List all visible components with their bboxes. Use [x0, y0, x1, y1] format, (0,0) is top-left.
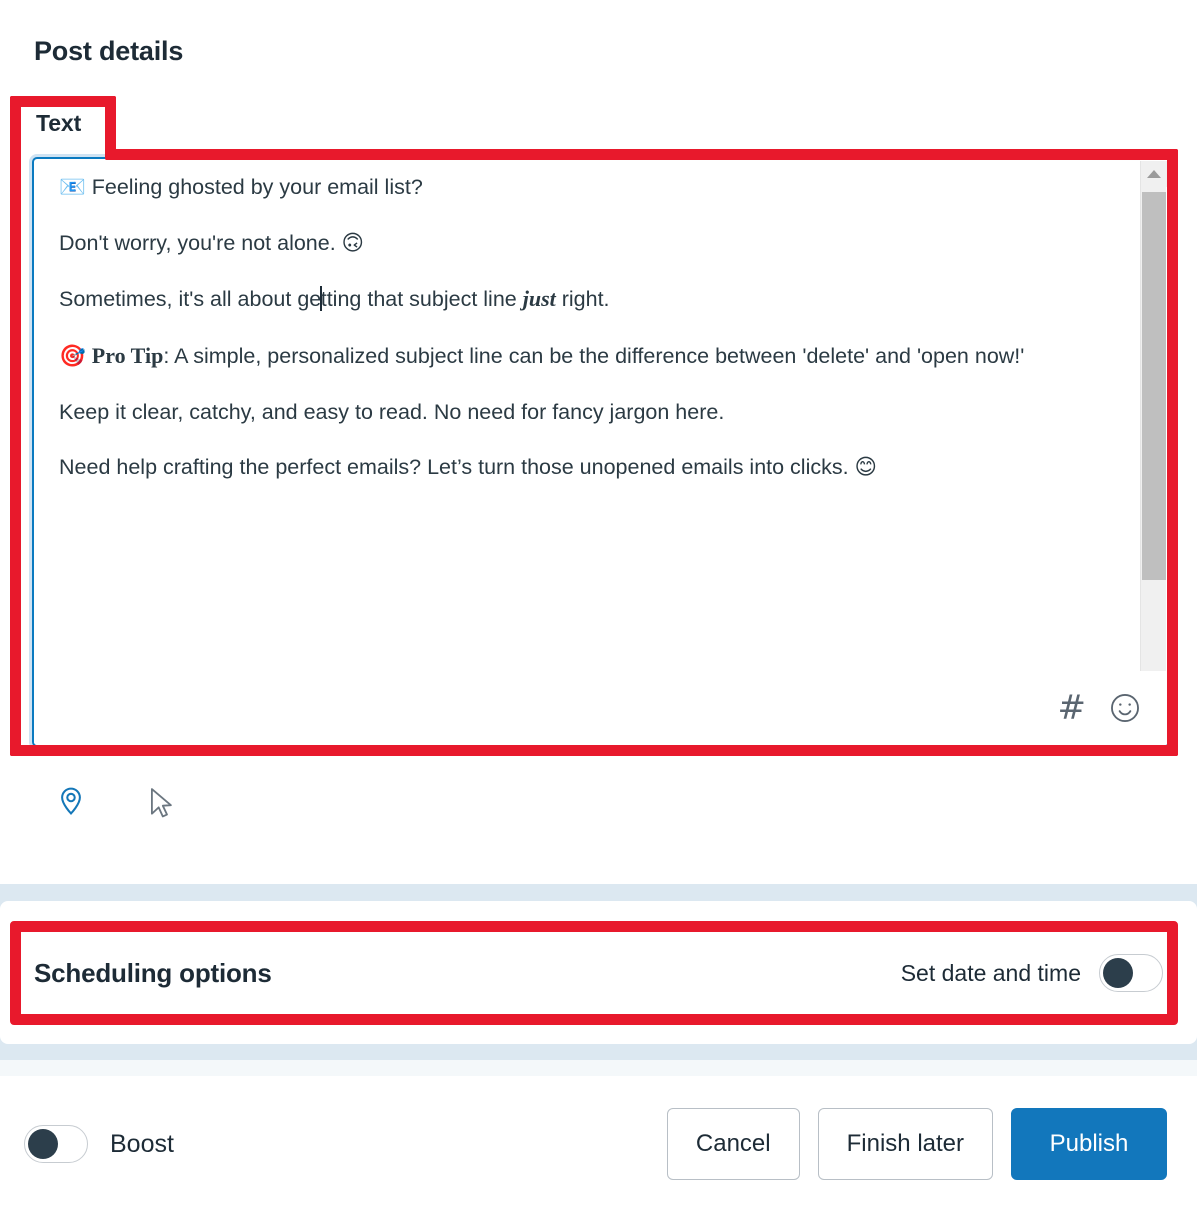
- mouse-cursor-icon: [148, 787, 174, 826]
- text-protip-label: Pro Tip: [91, 342, 164, 368]
- hashtag-icon[interactable]: #: [1058, 691, 1087, 725]
- text-line-1: 📧 Feeling ghosted by your email list?: [59, 173, 1091, 203]
- post-text-field-wrapper: 📧 Feeling ghosted by your email list? Do…: [32, 157, 1170, 747]
- scheduling-section: Scheduling options Set date and time: [34, 930, 1163, 1016]
- boost-group: Boost: [24, 1125, 174, 1163]
- set-date-time-toggle[interactable]: [1099, 954, 1163, 992]
- composer-toolbar: #: [34, 671, 1168, 745]
- dart-target-emoji: 🎯: [59, 343, 86, 369]
- text-line-3: Sometimes, it's all about getting that s…: [59, 284, 1091, 315]
- post-text-field[interactable]: 📧 Feeling ghosted by your email list? Do…: [32, 157, 1170, 747]
- post-text-scrollbar[interactable]: [1140, 161, 1167, 743]
- annotation-edge-top-left: [10, 96, 116, 107]
- text-line-2: Don't worry, you're not alone. 🙃: [59, 229, 1091, 259]
- publish-button[interactable]: Publish: [1011, 1108, 1167, 1180]
- text-line-3-c: right.: [555, 287, 610, 312]
- annotation-edge-left: [10, 96, 21, 756]
- boost-toggle[interactable]: [24, 1125, 88, 1163]
- scheduling-title: Scheduling options: [34, 957, 272, 988]
- text-line-5: Keep it clear, catchy, and easy to read.…: [59, 398, 1091, 428]
- scrollbar-up-button[interactable]: [1141, 161, 1167, 187]
- scheduling-controls: Set date and time: [901, 954, 1163, 992]
- composer-extras: [56, 786, 174, 827]
- cancel-button[interactable]: Cancel: [666, 1108, 800, 1180]
- tab-text[interactable]: Text: [36, 110, 81, 137]
- upside-down-face-emoji: 🙃: [341, 230, 365, 256]
- text-line-5-body: Keep it clear, catchy, and easy to read.…: [59, 399, 725, 424]
- email-emoji: 📧: [59, 175, 86, 200]
- text-emphasis-just: just: [522, 286, 556, 312]
- scrollbar-thumb[interactable]: [1142, 192, 1166, 580]
- annotation-edge-tab-right: [105, 96, 116, 160]
- text-line-1-body: Feeling ghosted by your email list?: [85, 175, 423, 199]
- action-buttons: Cancel Finish later Publish: [666, 1108, 1167, 1180]
- finish-later-button[interactable]: Finish later: [817, 1108, 993, 1180]
- emoji-picker-icon[interactable]: [1108, 691, 1142, 725]
- page-title: Post details: [34, 36, 184, 66]
- text-line-6: Need help crafting the perfect emails? L…: [59, 453, 1091, 483]
- footer-separator: [0, 1060, 1197, 1076]
- footer-actions: Boost Cancel Finish later Publish: [24, 1108, 1167, 1180]
- text-line-6-body: Need help crafting the perfect emails? L…: [59, 455, 849, 480]
- text-line-2-body: Don't worry, you're not alone.: [59, 230, 342, 255]
- set-date-time-label: Set date and time: [900, 959, 1081, 986]
- text-line-3-b: tting that subject line: [320, 287, 523, 312]
- toggle-knob: [1103, 958, 1133, 988]
- boost-toggle-knob: [28, 1129, 58, 1159]
- post-details-page: Post details Text 📧 Feeling ghosted by y…: [0, 0, 1197, 1207]
- smiling-face-emoji: 😊: [854, 455, 877, 481]
- text-line-4: 🎯 Pro Tip: A simple, personalized subjec…: [59, 341, 1091, 372]
- post-text-content-area[interactable]: 📧 Feeling ghosted by your email list? Do…: [34, 159, 1168, 673]
- chevron-up-icon: [1147, 170, 1161, 178]
- text-line-3-a: Sometimes, it's all about ge: [59, 287, 322, 312]
- boost-label: Boost: [110, 1129, 174, 1158]
- post-text-content: 📧 Feeling ghosted by your email list? Do…: [59, 173, 1091, 509]
- text-line-4-rest: : A simple, personalized subject line ca…: [163, 343, 1025, 368]
- location-pin-icon[interactable]: [56, 786, 86, 827]
